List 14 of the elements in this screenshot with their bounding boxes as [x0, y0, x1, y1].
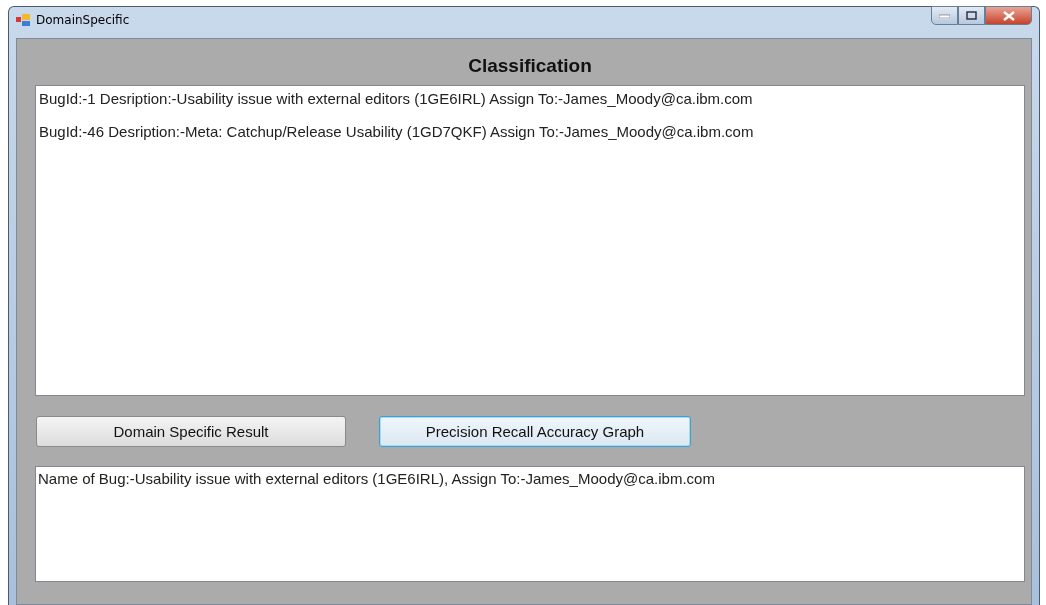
heading: Classification [467, 55, 593, 77]
output-box[interactable]: Name of Bug:-Usability issue with external editors (1GE6IRL), Assign To:-James_Moody@ca.ibm.com [35, 466, 1025, 582]
close-button[interactable] [985, 6, 1032, 25]
list-item[interactable]: BugId:-46 Desription:-Meta: Catchup/Release Usability (1GD7QKF) Assign To:-James_Moody@ca.ibm.com [39, 123, 1021, 140]
minimize-button[interactable] [931, 6, 958, 25]
action-button[interactable]: Domain Specific Result [36, 416, 346, 447]
window-title: DomainSpecific [36, 13, 131, 27]
list-item[interactable]: BugId:-1 Desription:-Usability issue with external editors (1GE6IRL) Assign To:-James_Moody@ca.ibm.com [39, 90, 1021, 107]
close-icon [1002, 10, 1015, 21]
minimize-icon [939, 13, 950, 18]
app-icon [16, 14, 30, 26]
action-button[interactable]: Precision Recall Accuracy Graph [379, 416, 691, 447]
maximize-button[interactable] [958, 6, 985, 25]
maximize-icon [966, 11, 977, 20]
